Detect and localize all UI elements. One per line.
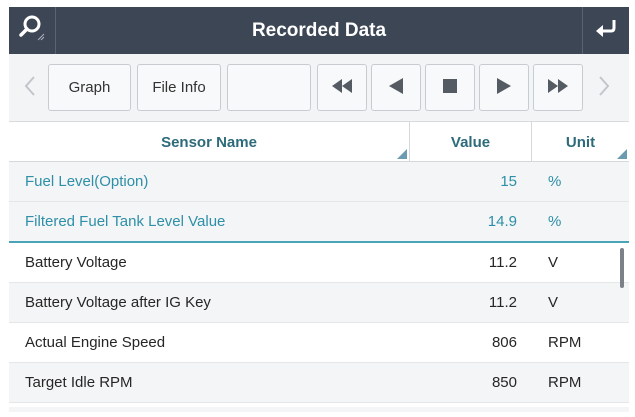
sort-indicator-icon (617, 149, 627, 159)
unit-cell: V (548, 254, 559, 271)
value-cell: 11.2 (488, 254, 517, 271)
sensor-name-cell: Filtered Fuel Tank Level Value (25, 213, 226, 230)
value-header[interactable]: Value (410, 122, 531, 162)
sensor-name-cell: Fuel Level(Option) (25, 173, 149, 190)
unit-cell: RPM (548, 334, 582, 351)
sensor-name-cell: Battery Voltage (25, 254, 127, 271)
file-info-button-label: File Info (152, 79, 206, 96)
table-row[interactable]: Fuel Level(Option) 15 % (9, 162, 629, 202)
unit-cell: V (548, 294, 559, 311)
value-cell: 15 (500, 173, 517, 190)
fast-rewind-icon (331, 78, 353, 97)
value-cell: 850 (491, 374, 517, 391)
graph-button[interactable]: Graph (48, 64, 131, 111)
table-row[interactable]: Battery Voltage 11.2 V (9, 243, 629, 283)
sensor-name-cell: Battery Voltage after IG Key (25, 294, 211, 311)
table-row[interactable]: Battery Voltage after IG Key 11.2 V (9, 283, 629, 323)
step-back-icon (388, 77, 404, 98)
toolbar: Graph File Info (9, 54, 629, 122)
unit-cell: % (548, 213, 562, 230)
value-cell: 14.9 (487, 213, 517, 230)
value-cell: 11.2 (488, 294, 517, 311)
back-return-icon (594, 16, 618, 45)
rewind-button[interactable] (317, 64, 367, 111)
table-footer (9, 407, 629, 412)
step-back-button[interactable] (371, 64, 421, 111)
scrollbar[interactable] (620, 248, 624, 288)
table-row[interactable]: Actual Engine Speed 806 RPM (9, 323, 629, 363)
unit-cell: % (548, 173, 562, 190)
sensor-name-cell: Actual Engine Speed (25, 334, 166, 351)
value-cell: 806 (491, 334, 517, 351)
sensor-name-cell: Target Idle RPM (25, 374, 133, 391)
table-row[interactable]: Target Idle RPM 850 RPM (9, 363, 629, 403)
fast-forward-icon (547, 78, 569, 97)
page-title: Recorded Data (251, 20, 387, 41)
title-bar: Recorded Data (9, 7, 629, 54)
sensor-name-header[interactable]: Sensor Name (9, 122, 409, 162)
file-info-button[interactable]: File Info (137, 64, 221, 111)
back-button[interactable] (582, 7, 629, 54)
play-icon (496, 77, 512, 98)
chevron-left-icon (24, 75, 36, 102)
play-button[interactable] (479, 64, 529, 111)
unit-header[interactable]: Unit (532, 122, 629, 162)
sort-indicator-icon (397, 149, 407, 159)
toolbar-next-button[interactable] (589, 54, 619, 122)
table-header: Sensor Name Value Unit (9, 122, 629, 162)
fast-forward-button[interactable] (533, 64, 583, 111)
toolbar-prev-button[interactable] (15, 54, 45, 122)
stop-button[interactable] (425, 64, 475, 111)
blank-button[interactable] (227, 64, 311, 111)
sensor-name-header-label: Sensor Name (161, 133, 257, 151)
recorded-data-screen: Recorded Data Graph File Info Sensor Nam… (9, 7, 629, 412)
unit-header-label: Unit (565, 133, 596, 151)
unit-cell: RPM (548, 374, 582, 391)
graph-button-label: Graph (68, 79, 111, 96)
stop-icon (443, 78, 457, 97)
chevron-right-icon (598, 75, 610, 102)
table-row[interactable]: Filtered Fuel Tank Level Value 14.9 % (9, 202, 629, 243)
value-header-label: Value (450, 133, 491, 151)
